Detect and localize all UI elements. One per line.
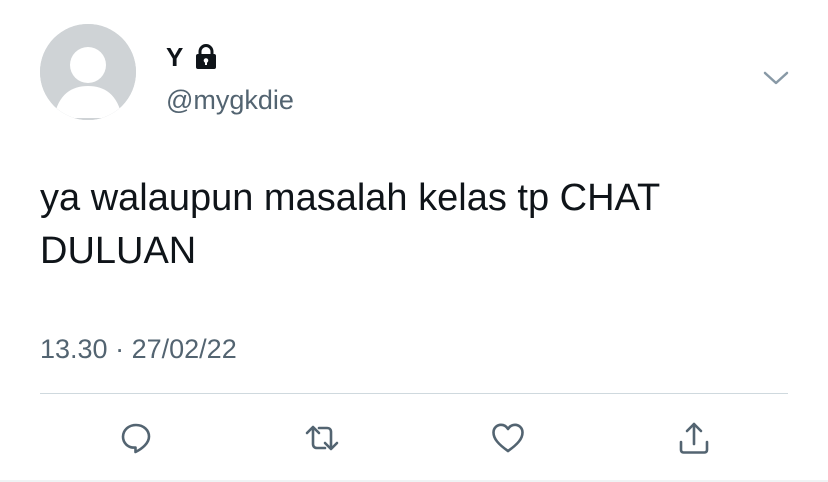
- tweet-date: 27/02/22: [131, 334, 237, 364]
- tweet-timestamp[interactable]: 13.30 · 27/02/22: [40, 332, 237, 366]
- reply-button[interactable]: [116, 418, 156, 458]
- avatar[interactable]: [40, 24, 136, 120]
- share-icon: [679, 422, 709, 454]
- retweet-button[interactable]: [302, 418, 342, 458]
- chevron-down-icon[interactable]: [762, 66, 790, 90]
- author-handle[interactable]: @mygkdie: [166, 84, 294, 116]
- timestamp-separator: ·: [115, 334, 125, 364]
- default-avatar-icon: [40, 24, 136, 120]
- tweet-text: ya walaupun masalah kelas tp CHAT DULUAN: [40, 177, 660, 272]
- tweet-time: 13.30: [40, 334, 108, 364]
- lock-icon: [191, 42, 221, 72]
- retweet-icon: [305, 425, 339, 451]
- share-button[interactable]: [674, 418, 714, 458]
- like-button[interactable]: [488, 418, 528, 458]
- author-name-row[interactable]: Y: [166, 42, 221, 72]
- action-bar: [0, 418, 828, 458]
- display-name[interactable]: Y: [166, 42, 183, 72]
- reply-icon: [121, 423, 151, 454]
- divider: [40, 393, 788, 394]
- tweet-card: Y @mygkdie ya walaupun masalah kelas tp …: [0, 0, 828, 482]
- heart-icon: [492, 423, 524, 453]
